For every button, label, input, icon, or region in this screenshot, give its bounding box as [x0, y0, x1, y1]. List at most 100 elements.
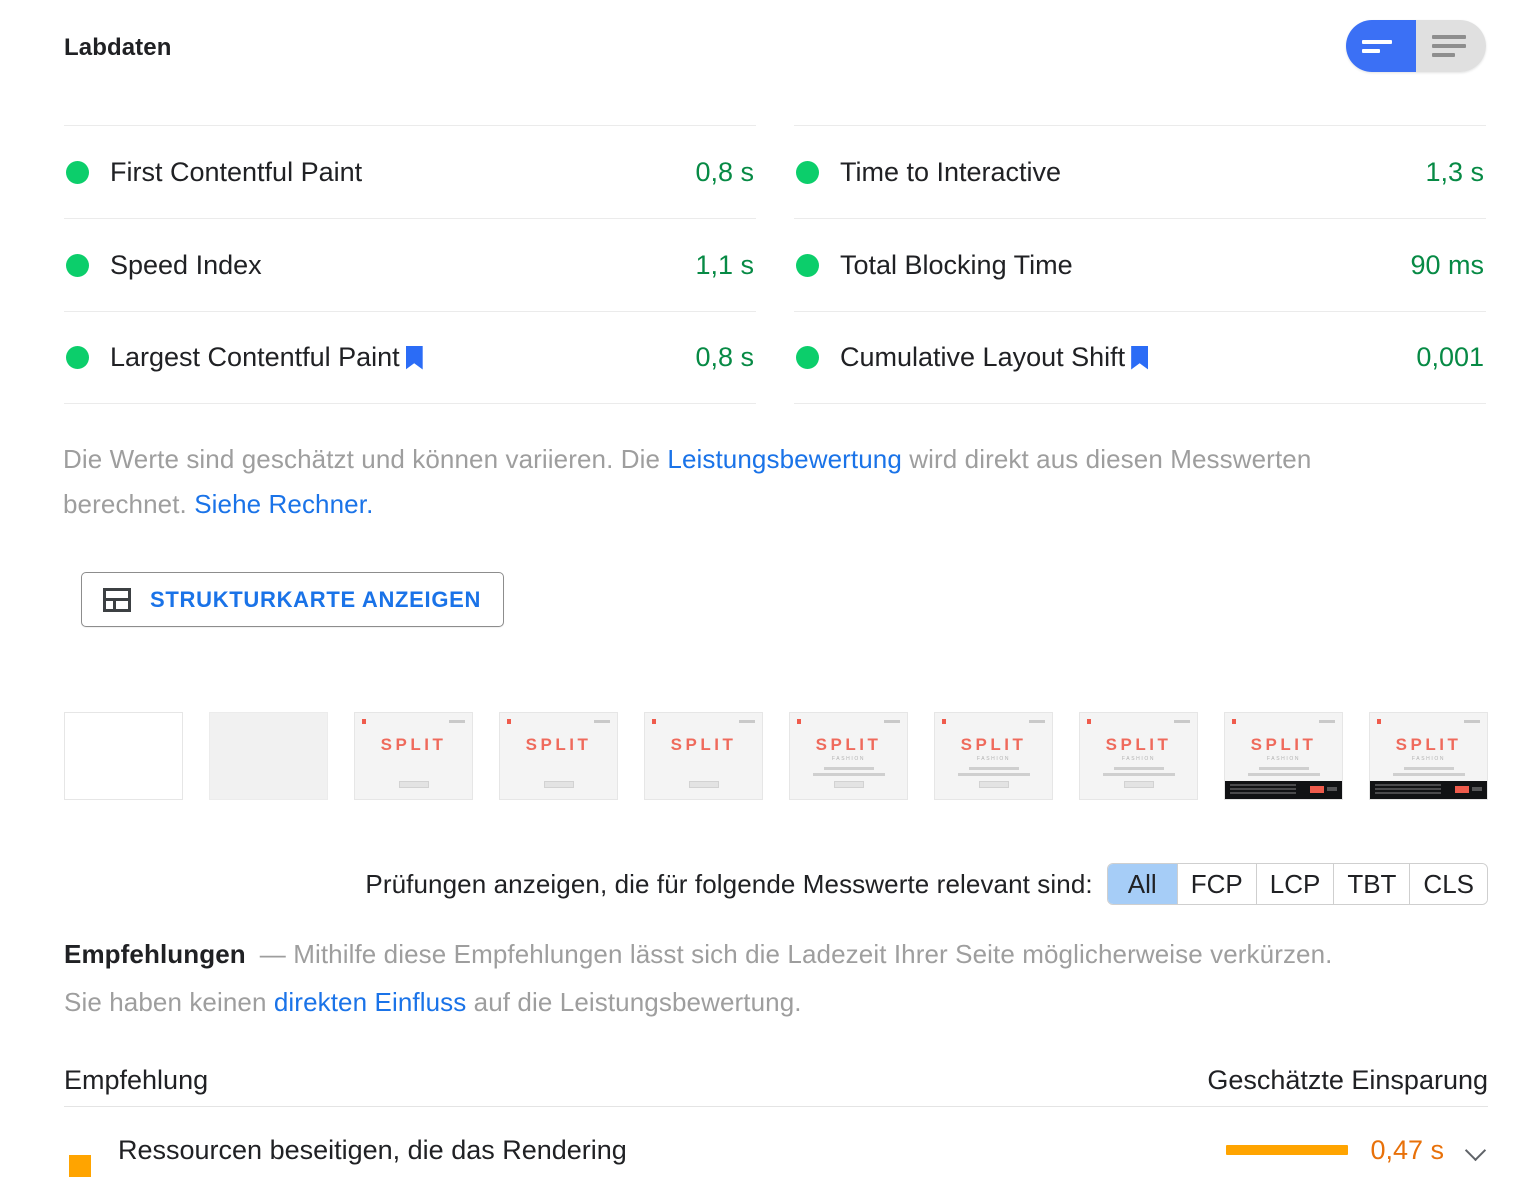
status-pass-icon [66, 346, 89, 369]
metric-row[interactable]: First Contentful Paint 0,8 s [64, 125, 756, 218]
filmstrip-frame[interactable] [209, 712, 328, 800]
metric-label: Time to Interactive [840, 156, 1062, 187]
filter-chip-fcp[interactable]: FCP [1177, 864, 1257, 904]
recommendations-heading: Empfehlungen [64, 939, 246, 969]
toggle-compact-view[interactable] [1346, 20, 1416, 72]
filmstrip-frame[interactable]: SPLIT FASHION [1224, 712, 1343, 800]
thumb-sub-text: FASHION [1121, 756, 1156, 762]
thumb-button-shape [398, 781, 429, 788]
recommendations-table: Empfehlung Geschätzte Einsparung Ressour… [64, 1055, 1488, 1178]
filter-chip-cls[interactable]: CLS [1410, 864, 1487, 904]
metric-value: 1,1 s [695, 249, 754, 280]
thumb-paragraph-shape [1392, 767, 1466, 779]
view-toggle[interactable] [1346, 20, 1486, 72]
toggle-line-icon [1432, 35, 1466, 39]
filmstrip-frame[interactable]: SPLIT [644, 712, 763, 800]
metric-label: Total Blocking Time [840, 249, 1073, 280]
view-treemap-button[interactable]: STRUKTURKARTE ANZEIGEN [81, 572, 505, 627]
thumb-logo-dot-icon [797, 719, 801, 724]
metrics-column-left: First Contentful Paint 0,8 s Speed Index… [64, 125, 756, 404]
metric-row[interactable]: Speed Index 1,1 s [64, 218, 756, 311]
filter-chip-tbt[interactable]: TBT [1334, 864, 1411, 904]
toggle-line-icon [1432, 44, 1466, 48]
thumb-logo-dot-icon [362, 719, 366, 724]
filmstrip-frame[interactable]: SPLIT [499, 712, 618, 800]
metric-row[interactable]: Time to Interactive 1,3 s [794, 125, 1486, 218]
filmstrip-frame[interactable]: SPLIT FASHION [934, 712, 1053, 800]
toggle-list-view[interactable] [1416, 20, 1486, 72]
metric-value: 0,001 [1416, 342, 1484, 372]
recommendations-line2: Sie haben keinen direkten Einfluss auf d… [64, 978, 1494, 1026]
chevron-down-icon[interactable] [1466, 1139, 1488, 1161]
recommendation-savings-group: 0,47 s [1226, 1135, 1488, 1166]
filmstrip: SPLIT SPLIT SPLIT SPLIT FASHION SPLIT FA… [64, 712, 1488, 800]
direct-influence-link[interactable]: direkten Einfluss [274, 987, 466, 1017]
thumb-paragraph-shape [1102, 767, 1176, 779]
metric-filter-row: Prüfungen anzeigen, die für folgende Mes… [64, 862, 1488, 906]
filter-chip-all[interactable]: All [1107, 864, 1178, 904]
thumb-menu-icon [449, 720, 465, 723]
status-pass-icon [66, 253, 89, 277]
thumb-cookie-banner [1225, 781, 1342, 799]
thumb-logo-text: SPLIT [525, 735, 592, 754]
lab-data-header: Labdaten [64, 20, 1486, 74]
recommendations-line2-part2: auf die Leistungsbewertung. [466, 987, 802, 1017]
metric-value: 0,8 s [695, 156, 754, 187]
lab-data-description: Die Werte sind geschätzt und können vari… [63, 437, 1423, 527]
metric-label: Largest Contentful Paint [110, 342, 400, 372]
status-pass-icon [66, 160, 89, 184]
performance-score-link[interactable]: Leistungsbewertung [667, 444, 902, 474]
recommendations-line1: Empfehlungen — Mithilfe diese Empfehlunge… [64, 930, 1494, 978]
metrics-grid: First Contentful Paint 0,8 s Speed Index… [64, 125, 1486, 404]
thumb-sub-text: FASHION [976, 756, 1011, 762]
toggle-line-icon [1432, 53, 1455, 57]
filmstrip-frame[interactable]: SPLIT [354, 712, 473, 800]
filmstrip-frame[interactable]: SPLIT FASHION [789, 712, 908, 800]
recommendations-dash: — [259, 939, 286, 969]
toggle-line-icon [1362, 39, 1392, 44]
thumb-cookie-banner [1370, 781, 1487, 799]
thumb-button-shape [978, 781, 1009, 788]
metric-row[interactable]: Total Blocking Time 90 ms [794, 218, 1486, 311]
filmstrip-frame[interactable]: SPLIT FASHION [1369, 712, 1488, 800]
view-treemap-label: STRUKTURKARTE ANZEIGEN [150, 586, 482, 612]
thumb-button-shape [543, 781, 574, 788]
column-header-recommendation: Empfehlung [64, 1065, 209, 1095]
toggle-line-icon [1362, 48, 1380, 53]
thumb-paragraph-shape [812, 767, 886, 779]
thumb-logo-text: SPLIT [670, 735, 737, 754]
thumb-menu-icon [1029, 720, 1045, 723]
metric-label: Speed Index [110, 249, 262, 280]
thumb-logo-text: SPLIT [380, 735, 447, 754]
metric-label: Cumulative Layout Shift [840, 342, 1126, 372]
metric-row[interactable]: Cumulative Layout Shift 0,001 [794, 311, 1486, 404]
thumb-logo-text: SPLIT [960, 735, 1027, 754]
thumb-logo-dot-icon [507, 719, 511, 724]
thumb-menu-icon [1174, 720, 1190, 723]
metric-value: 90 ms [1410, 249, 1484, 280]
thumb-logo-dot-icon [652, 719, 656, 724]
filmstrip-frame[interactable] [64, 712, 183, 800]
thumb-logo-dot-icon [1232, 719, 1236, 724]
severity-warning-icon [69, 1155, 91, 1177]
recommendations-intro: Empfehlungen — Mithilfe diese Empfehlunge… [64, 930, 1494, 1026]
metric-value: 0,8 s [695, 342, 754, 372]
savings-value: 0,47 s [1370, 1134, 1444, 1165]
thumb-menu-icon [739, 720, 755, 723]
metric-filter-chip-group[interactable]: All FCP LCP TBT CLS [1106, 863, 1488, 905]
thumb-logo-text: SPLIT [815, 735, 882, 754]
lighthouse-lab-data-panel: Labdaten First Contentful Paint 0,8 s Sp… [0, 0, 1522, 1178]
treemap-icon [103, 587, 131, 612]
thumb-logo-text: SPLIT [1395, 735, 1462, 754]
calculator-link[interactable]: Siehe Rechner. [194, 489, 373, 519]
recommendation-title: Ressourcen beseitigen, die das Rendering [118, 1134, 627, 1165]
thumb-paragraph-shape [1247, 767, 1321, 779]
thumb-logo-text: SPLIT [1250, 735, 1317, 754]
table-row[interactable]: Ressourcen beseitigen, die das Rendering… [64, 1107, 1488, 1178]
filter-chip-lcp[interactable]: LCP [1256, 864, 1335, 904]
filmstrip-frame[interactable]: SPLIT FASHION [1079, 712, 1198, 800]
page-title: Labdaten [64, 34, 172, 61]
thumb-menu-icon [594, 720, 610, 723]
thumb-button-shape [1123, 781, 1154, 788]
metric-row[interactable]: Largest Contentful Paint 0,8 s [64, 311, 756, 404]
